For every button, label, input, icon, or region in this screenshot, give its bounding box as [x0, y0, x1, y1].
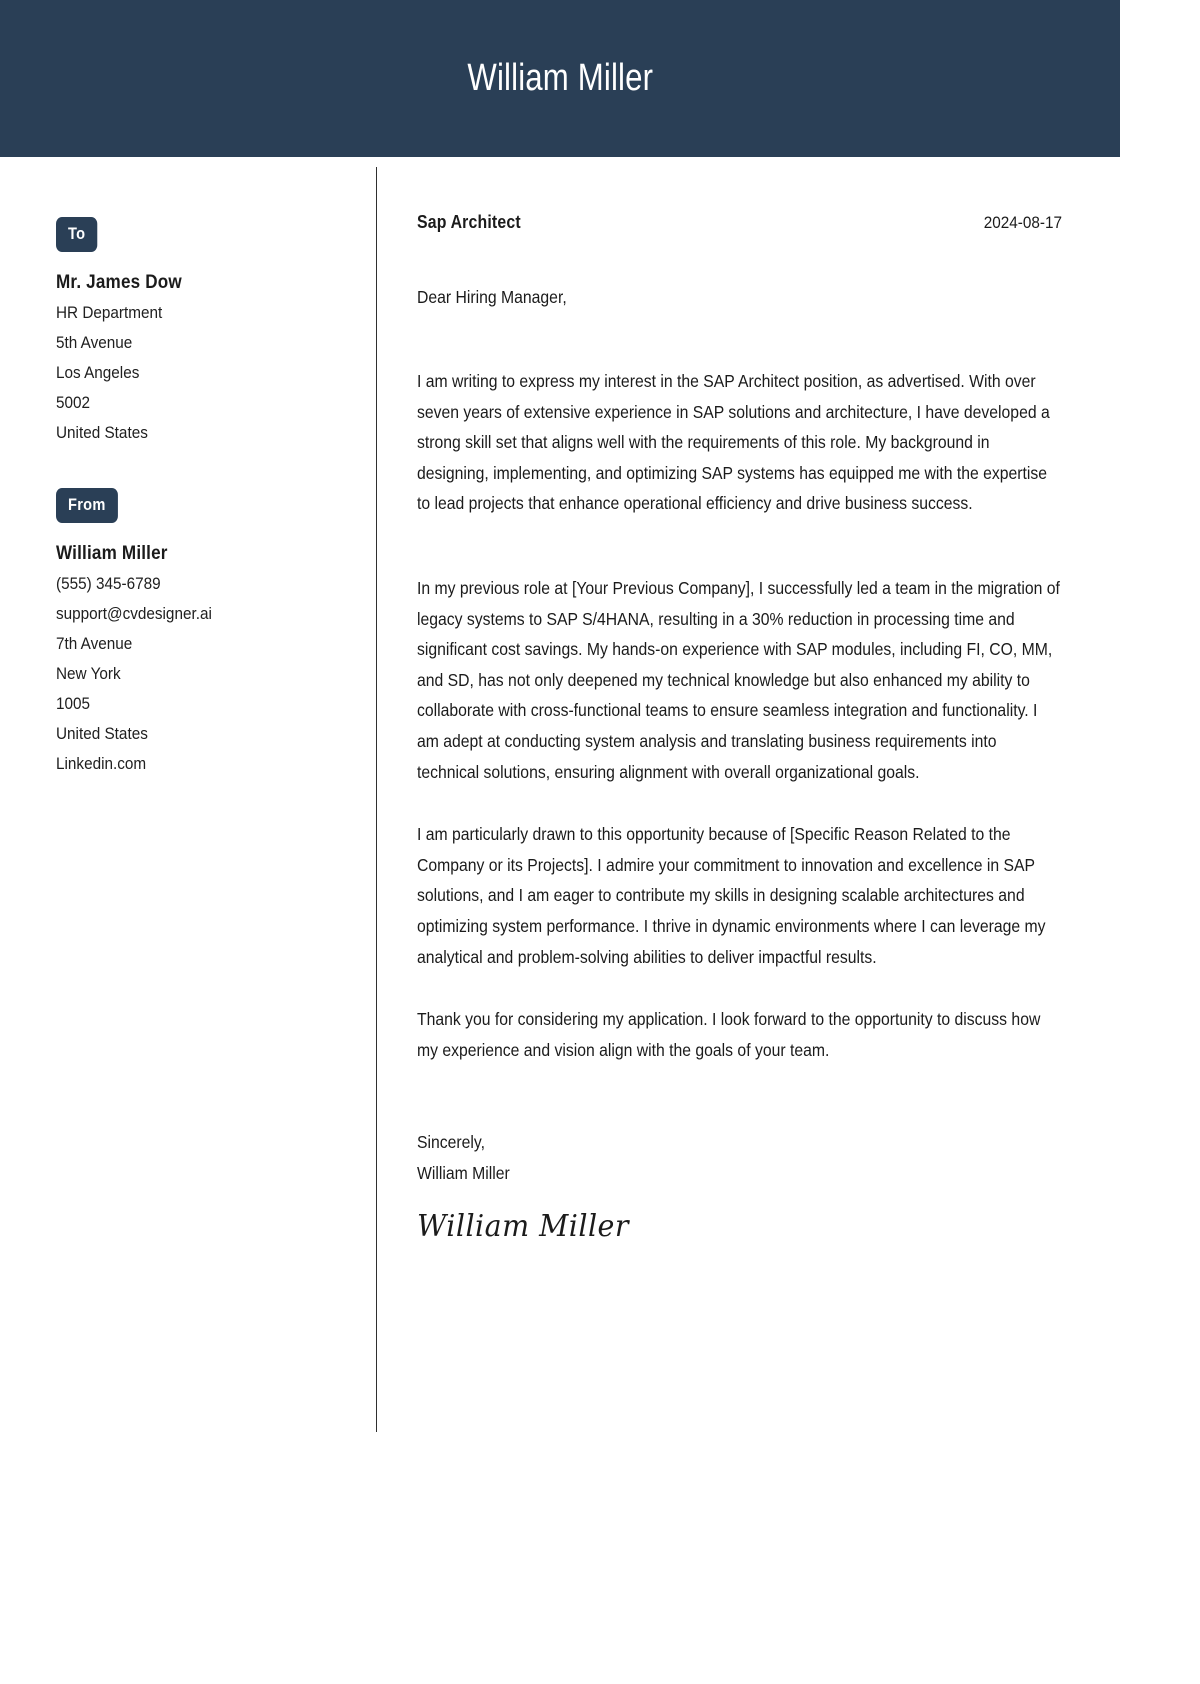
sender-line: 1005: [56, 694, 91, 713]
closing-salutation: Sincerely,: [417, 1132, 485, 1153]
from-badge: From: [56, 488, 118, 523]
recipient-line: 5002: [56, 393, 91, 412]
sender-email: support@cvdesigner.ai: [56, 604, 212, 623]
recipient-line: Los Angeles: [56, 363, 140, 382]
to-badge: To: [56, 217, 98, 252]
letter-paragraph: Thank you for considering my application…: [417, 1009, 1041, 1060]
sender-line: 7th Avenue: [56, 634, 133, 653]
letter-date: 2024-08-17: [983, 213, 1062, 232]
document-body: To Mr. James Dow HR Department 5th Avenu…: [0, 157, 1120, 1432]
salutation: Dear Hiring Manager,: [417, 287, 567, 307]
letter-column: Sap Architect 2024-08-17 Dear Hiring Man…: [417, 157, 1062, 1244]
recipient-address-block: Mr. James Dow HR Department 5th Avenue L…: [56, 268, 356, 448]
letter-header: Sap Architect 2024-08-17: [417, 212, 1062, 252]
letter-paragraph: I am writing to express my interest in t…: [417, 371, 1050, 514]
recipient-name: Mr. James Dow: [56, 272, 182, 293]
column-divider: [376, 167, 377, 1432]
cover-letter-page: William Miller To Mr. James Dow HR Depar…: [0, 0, 1200, 1684]
recipient-line: HR Department: [56, 303, 163, 322]
closing-name: William Miller: [417, 1163, 510, 1184]
page-title: William Miller: [467, 57, 653, 99]
letter-paragraph: I am particularly drawn to this opportun…: [417, 824, 1046, 967]
sender-line: United States: [56, 724, 148, 743]
letter-paragraph: In my previous role at [Your Previous Co…: [417, 577, 1060, 782]
sender-address-block: William Miller (555) 345-6789 support@cv…: [56, 539, 356, 779]
sidebar: To Mr. James Dow HR Department 5th Avenu…: [56, 157, 356, 779]
closing-block: Sincerely, William Miller: [417, 1127, 998, 1189]
recipient-line: United States: [56, 423, 148, 442]
job-title: Sap Architect: [417, 212, 521, 232]
sender-website: Linkedin.com: [56, 754, 147, 773]
sender-phone: (555) 345-6789: [56, 574, 161, 593]
header-band: William Miller: [0, 0, 1120, 157]
sender-name: William Miller: [56, 543, 168, 564]
sender-line: New York: [56, 664, 121, 683]
recipient-line: 5th Avenue: [56, 333, 133, 352]
signature: William Miller: [417, 1209, 629, 1245]
